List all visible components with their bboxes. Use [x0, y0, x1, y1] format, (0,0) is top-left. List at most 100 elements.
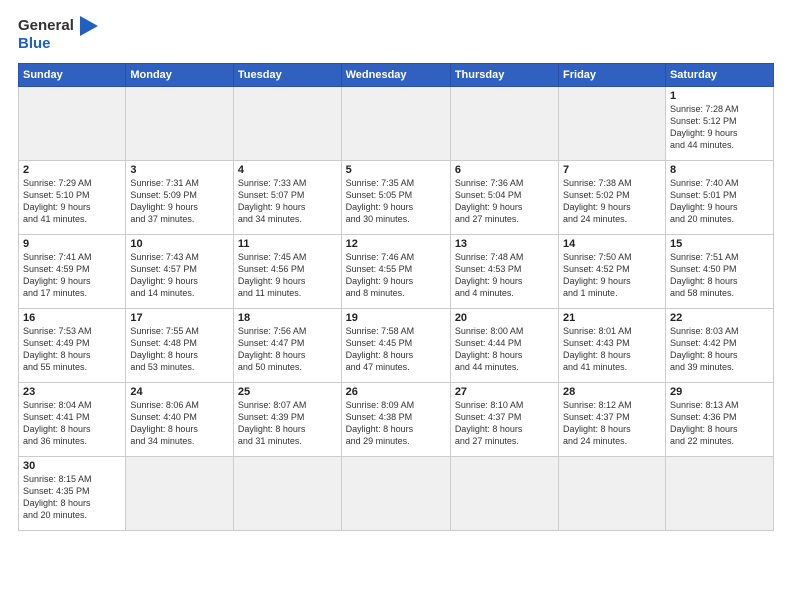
- day-info: Sunrise: 7:35 AMSunset: 5:05 PMDaylight:…: [346, 177, 446, 226]
- weekday-wednesday: Wednesday: [341, 63, 450, 86]
- day-info: Sunrise: 7:38 AMSunset: 5:02 PMDaylight:…: [563, 177, 661, 226]
- calendar-cell: 17Sunrise: 7:55 AMSunset: 4:48 PMDayligh…: [126, 308, 234, 382]
- logo-wordmark: General Blue: [18, 16, 98, 53]
- calendar-cell: 29Sunrise: 8:13 AMSunset: 4:36 PMDayligh…: [665, 382, 773, 456]
- calendar-header: SundayMondayTuesdayWednesdayThursdayFrid…: [19, 63, 774, 86]
- calendar-cell: 21Sunrise: 8:01 AMSunset: 4:43 PMDayligh…: [559, 308, 666, 382]
- calendar-cell: 15Sunrise: 7:51 AMSunset: 4:50 PMDayligh…: [665, 234, 773, 308]
- day-number: 25: [238, 386, 337, 398]
- weekday-header-row: SundayMondayTuesdayWednesdayThursdayFrid…: [19, 63, 774, 86]
- day-number: 17: [130, 312, 229, 324]
- calendar-cell: 1Sunrise: 7:28 AMSunset: 5:12 PMDaylight…: [665, 86, 773, 160]
- day-number: 23: [23, 386, 121, 398]
- day-info: Sunrise: 7:53 AMSunset: 4:49 PMDaylight:…: [23, 325, 121, 374]
- day-number: 11: [238, 238, 337, 250]
- day-number: 16: [23, 312, 121, 324]
- day-info: Sunrise: 8:06 AMSunset: 4:40 PMDaylight:…: [130, 399, 229, 448]
- day-number: 30: [23, 460, 121, 472]
- calendar-cell: [126, 86, 234, 160]
- day-info: Sunrise: 7:55 AMSunset: 4:48 PMDaylight:…: [130, 325, 229, 374]
- calendar-cell: [233, 86, 341, 160]
- calendar-cell: 20Sunrise: 8:00 AMSunset: 4:44 PMDayligh…: [450, 308, 558, 382]
- calendar-week-1: 1Sunrise: 7:28 AMSunset: 5:12 PMDaylight…: [19, 86, 774, 160]
- day-number: 19: [346, 312, 446, 324]
- calendar-cell: 12Sunrise: 7:46 AMSunset: 4:55 PMDayligh…: [341, 234, 450, 308]
- calendar-week-3: 9Sunrise: 7:41 AMSunset: 4:59 PMDaylight…: [19, 234, 774, 308]
- logo-blue-text: Blue: [18, 36, 51, 53]
- calendar-cell: 25Sunrise: 8:07 AMSunset: 4:39 PMDayligh…: [233, 382, 341, 456]
- calendar-cell: 28Sunrise: 8:12 AMSunset: 4:37 PMDayligh…: [559, 382, 666, 456]
- day-number: 4: [238, 164, 337, 176]
- header: General Blue: [18, 16, 774, 53]
- day-info: Sunrise: 8:13 AMSunset: 4:36 PMDaylight:…: [670, 399, 769, 448]
- calendar-cell: [450, 456, 558, 530]
- calendar-cell: 8Sunrise: 7:40 AMSunset: 5:01 PMDaylight…: [665, 160, 773, 234]
- day-number: 1: [670, 90, 769, 102]
- calendar-cell: 2Sunrise: 7:29 AMSunset: 5:10 PMDaylight…: [19, 160, 126, 234]
- calendar-cell: 19Sunrise: 7:58 AMSunset: 4:45 PMDayligh…: [341, 308, 450, 382]
- calendar-week-5: 23Sunrise: 8:04 AMSunset: 4:41 PMDayligh…: [19, 382, 774, 456]
- day-number: 15: [670, 238, 769, 250]
- calendar-week-4: 16Sunrise: 7:53 AMSunset: 4:49 PMDayligh…: [19, 308, 774, 382]
- day-info: Sunrise: 7:50 AMSunset: 4:52 PMDaylight:…: [563, 251, 661, 300]
- calendar-cell: 9Sunrise: 7:41 AMSunset: 4:59 PMDaylight…: [19, 234, 126, 308]
- calendar-cell: 27Sunrise: 8:10 AMSunset: 4:37 PMDayligh…: [450, 382, 558, 456]
- day-info: Sunrise: 8:04 AMSunset: 4:41 PMDaylight:…: [23, 399, 121, 448]
- day-info: Sunrise: 7:29 AMSunset: 5:10 PMDaylight:…: [23, 177, 121, 226]
- calendar-cell: [19, 86, 126, 160]
- day-number: 21: [563, 312, 661, 324]
- weekday-friday: Friday: [559, 63, 666, 86]
- day-number: 29: [670, 386, 769, 398]
- day-number: 9: [23, 238, 121, 250]
- day-info: Sunrise: 7:43 AMSunset: 4:57 PMDaylight:…: [130, 251, 229, 300]
- calendar-cell: 13Sunrise: 7:48 AMSunset: 4:53 PMDayligh…: [450, 234, 558, 308]
- calendar-week-6: 30Sunrise: 8:15 AMSunset: 4:35 PMDayligh…: [19, 456, 774, 530]
- day-info: Sunrise: 8:01 AMSunset: 4:43 PMDaylight:…: [563, 325, 661, 374]
- day-number: 12: [346, 238, 446, 250]
- weekday-monday: Monday: [126, 63, 234, 86]
- day-info: Sunrise: 7:28 AMSunset: 5:12 PMDaylight:…: [670, 103, 769, 152]
- calendar-cell: [126, 456, 234, 530]
- calendar-cell: [450, 86, 558, 160]
- day-number: 6: [455, 164, 554, 176]
- calendar-cell: 10Sunrise: 7:43 AMSunset: 4:57 PMDayligh…: [126, 234, 234, 308]
- day-info: Sunrise: 7:51 AMSunset: 4:50 PMDaylight:…: [670, 251, 769, 300]
- day-number: 7: [563, 164, 661, 176]
- day-number: 2: [23, 164, 121, 176]
- day-info: Sunrise: 7:56 AMSunset: 4:47 PMDaylight:…: [238, 325, 337, 374]
- day-number: 14: [563, 238, 661, 250]
- calendar-table: SundayMondayTuesdayWednesdayThursdayFrid…: [18, 63, 774, 531]
- day-number: 22: [670, 312, 769, 324]
- day-number: 24: [130, 386, 229, 398]
- calendar-cell: 7Sunrise: 7:38 AMSunset: 5:02 PMDaylight…: [559, 160, 666, 234]
- day-info: Sunrise: 8:03 AMSunset: 4:42 PMDaylight:…: [670, 325, 769, 374]
- day-number: 8: [670, 164, 769, 176]
- calendar-cell: [341, 86, 450, 160]
- day-info: Sunrise: 8:09 AMSunset: 4:38 PMDaylight:…: [346, 399, 446, 448]
- calendar-cell: 4Sunrise: 7:33 AMSunset: 5:07 PMDaylight…: [233, 160, 341, 234]
- calendar-cell: [559, 456, 666, 530]
- day-info: Sunrise: 8:07 AMSunset: 4:39 PMDaylight:…: [238, 399, 337, 448]
- calendar-cell: [341, 456, 450, 530]
- calendar-week-2: 2Sunrise: 7:29 AMSunset: 5:10 PMDaylight…: [19, 160, 774, 234]
- day-number: 18: [238, 312, 337, 324]
- calendar-body: 1Sunrise: 7:28 AMSunset: 5:12 PMDaylight…: [19, 86, 774, 530]
- day-number: 5: [346, 164, 446, 176]
- weekday-thursday: Thursday: [450, 63, 558, 86]
- calendar-cell: [233, 456, 341, 530]
- day-number: 3: [130, 164, 229, 176]
- day-number: 13: [455, 238, 554, 250]
- logo-triangle-icon: [80, 16, 98, 36]
- day-info: Sunrise: 8:10 AMSunset: 4:37 PMDaylight:…: [455, 399, 554, 448]
- weekday-sunday: Sunday: [19, 63, 126, 86]
- day-info: Sunrise: 7:31 AMSunset: 5:09 PMDaylight:…: [130, 177, 229, 226]
- calendar-cell: 5Sunrise: 7:35 AMSunset: 5:05 PMDaylight…: [341, 160, 450, 234]
- calendar-cell: 23Sunrise: 8:04 AMSunset: 4:41 PMDayligh…: [19, 382, 126, 456]
- logo: General Blue: [18, 16, 98, 53]
- day-number: 20: [455, 312, 554, 324]
- day-info: Sunrise: 7:36 AMSunset: 5:04 PMDaylight:…: [455, 177, 554, 226]
- logo-general-text: General: [18, 16, 98, 36]
- day-info: Sunrise: 7:58 AMSunset: 4:45 PMDaylight:…: [346, 325, 446, 374]
- calendar-cell: 30Sunrise: 8:15 AMSunset: 4:35 PMDayligh…: [19, 456, 126, 530]
- weekday-saturday: Saturday: [665, 63, 773, 86]
